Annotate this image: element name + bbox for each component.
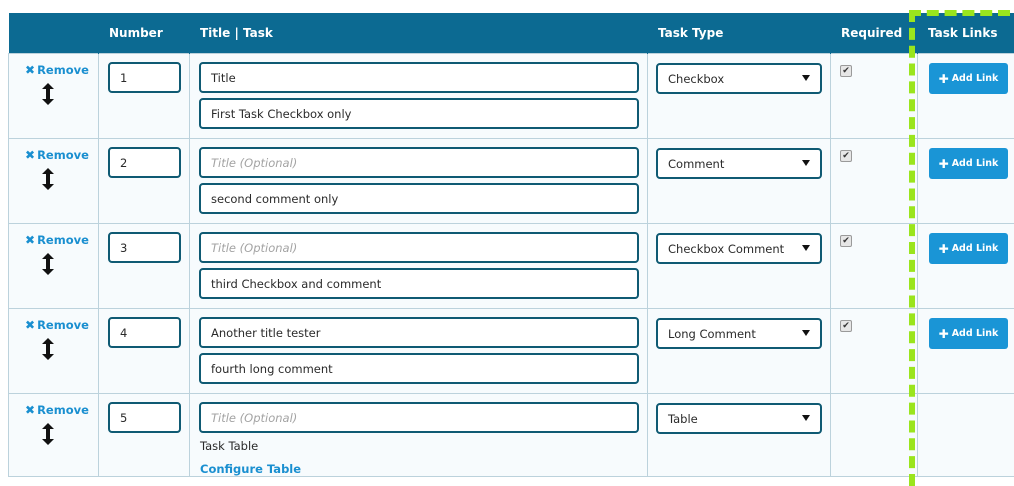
table-row: ✖ Remove 5 Title (Optional) Task Table Co… (8, 393, 1014, 477)
close-icon: ✖ (25, 63, 36, 77)
remove-cell: ✖ Remove (8, 393, 99, 477)
header-remove (8, 13, 99, 54)
add-link-label: Add Link (951, 158, 999, 169)
remove-cell: ✖ Remove (8, 138, 99, 224)
plus-icon: ✚ (938, 71, 949, 86)
drag-handle-icon[interactable] (41, 338, 55, 360)
plus-icon: ✚ (938, 241, 949, 256)
header-number: Number (98, 13, 190, 54)
table-header: Number Title | Task Task Type Required T… (8, 13, 1014, 54)
header-title-task: Title | Task (189, 13, 648, 54)
task-type-value: Checkbox (668, 71, 725, 86)
required-checkbox[interactable]: ✔ (840, 320, 852, 332)
header-task-links: Task Links (917, 13, 1014, 54)
number-input[interactable]: 4 (108, 317, 181, 348)
task-type-select[interactable]: Table (656, 403, 822, 434)
title-input[interactable]: Title (Optional) (199, 232, 639, 263)
required-empty-cell (830, 393, 918, 477)
add-link-label: Add Link (951, 243, 999, 254)
close-icon: ✖ (25, 318, 36, 332)
dropdown-arrow-icon (802, 75, 810, 81)
close-icon: ✖ (25, 233, 36, 247)
remove-button[interactable]: ✖ Remove (25, 148, 89, 162)
number-input[interactable]: 2 (108, 147, 181, 178)
add-link-label: Add Link (951, 328, 999, 339)
task-type-select[interactable]: Checkbox Comment (656, 233, 822, 264)
links-empty-cell (917, 393, 1014, 477)
remove-cell: ✖ Remove (8, 53, 99, 139)
dropdown-arrow-icon (802, 245, 810, 251)
drag-handle-icon[interactable] (41, 168, 55, 190)
task-type-value: Table (668, 411, 698, 426)
add-link-button[interactable]: ✚ Add Link (929, 148, 1008, 179)
remove-cell: ✖ Remove (8, 223, 99, 309)
number-input[interactable]: 5 (108, 402, 181, 433)
dropdown-arrow-icon (802, 160, 810, 166)
configure-table-link[interactable]: Configure Table (200, 462, 301, 476)
required-checkbox[interactable]: ✔ (840, 235, 852, 247)
remove-label: Remove (37, 318, 89, 332)
title-input[interactable]: Another title tester (199, 317, 639, 348)
task-table: Number Title | Task Task Type Required T… (8, 13, 1014, 477)
task-type-select[interactable]: Checkbox (656, 63, 822, 94)
header-task-type: Task Type (647, 13, 831, 54)
remove-button[interactable]: ✖ Remove (25, 233, 89, 247)
task-input[interactable]: third Checkbox and comment (199, 268, 639, 299)
title-input[interactable]: Title (Optional) (199, 402, 639, 433)
close-icon: ✖ (25, 403, 36, 417)
table-row: ✖ Remove 2 Title (Optional) second commen… (8, 138, 1014, 224)
remove-label: Remove (37, 148, 89, 162)
table-row: ✖ Remove 1 Title First Task Checkbox only… (8, 53, 1014, 139)
task-input[interactable]: second comment only (199, 183, 639, 214)
number-input[interactable]: 1 (108, 62, 181, 93)
remove-button[interactable]: ✖ Remove (25, 318, 89, 332)
add-link-button[interactable]: ✚ Add Link (929, 233, 1008, 264)
title-input[interactable]: Title (199, 62, 639, 93)
drag-handle-icon[interactable] (41, 423, 55, 445)
task-type-value: Long Comment (668, 326, 756, 341)
add-link-label: Add Link (951, 73, 999, 84)
required-checkbox[interactable]: ✔ (840, 150, 852, 162)
title-input[interactable]: Title (Optional) (199, 147, 639, 178)
task-type-select[interactable]: Comment (656, 148, 822, 179)
remove-label: Remove (37, 63, 89, 77)
task-input[interactable]: First Task Checkbox only (199, 98, 639, 129)
task-type-value: Comment (668, 156, 725, 171)
plus-icon: ✚ (938, 326, 949, 341)
task-type-select[interactable]: Long Comment (656, 318, 822, 349)
drag-handle-icon[interactable] (41, 253, 55, 275)
drag-handle-icon[interactable] (41, 83, 55, 105)
number-input[interactable]: 3 (108, 232, 181, 263)
remove-label: Remove (37, 233, 89, 247)
remove-button[interactable]: ✖ Remove (25, 63, 89, 77)
add-link-button[interactable]: ✚ Add Link (929, 318, 1008, 349)
plus-icon: ✚ (938, 156, 949, 171)
task-table-label: Task Table (200, 439, 259, 453)
task-list: Number Title | Task Task Type Required T… (8, 13, 1014, 477)
remove-label: Remove (37, 403, 89, 417)
dropdown-arrow-icon (802, 330, 810, 336)
table-row: ✖ Remove 3 Title (Optional) third Checkbo… (8, 223, 1014, 309)
remove-button[interactable]: ✖ Remove (25, 403, 89, 417)
table-row: ✖ Remove 4 Another title tester fourth lo… (8, 308, 1014, 394)
dropdown-arrow-icon (802, 415, 810, 421)
add-link-button[interactable]: ✚ Add Link (929, 63, 1008, 94)
remove-cell: ✖ Remove (8, 308, 99, 394)
header-required: Required (830, 13, 918, 54)
task-type-value: Checkbox Comment (668, 241, 785, 256)
task-input[interactable]: fourth long comment (199, 353, 639, 384)
required-checkbox[interactable]: ✔ (840, 65, 852, 77)
close-icon: ✖ (25, 148, 36, 162)
